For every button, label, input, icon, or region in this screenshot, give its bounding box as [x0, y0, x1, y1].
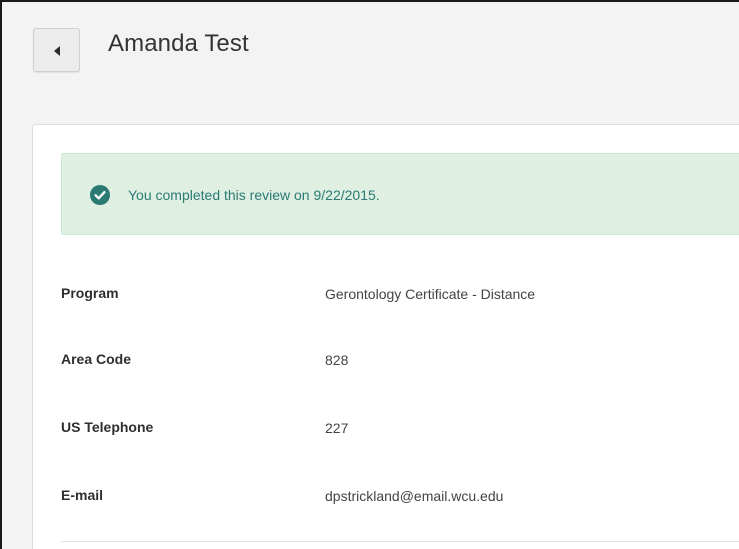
back-button[interactable] [33, 28, 80, 72]
field-value: dpstrickland@email.wcu.edu [325, 488, 504, 504]
field-row-email: E-mail dpstrickland@email.wcu.edu [61, 487, 739, 507]
field-label: E-mail [61, 487, 104, 503]
alert-message: You completed this review on 9/22/2015. [128, 187, 380, 203]
field-value: Gerontology Certificate - Distance [325, 286, 536, 302]
field-label: Program [61, 285, 119, 301]
field-label: Area Code [61, 351, 132, 367]
check-circle-icon [90, 185, 110, 205]
chevron-left-icon [53, 46, 60, 56]
field-label: US Telephone [61, 419, 154, 435]
field-value: 227 [325, 420, 349, 436]
page-header: Amanda Test [2, 2, 739, 102]
field-row-us-telephone: US Telephone 227 [61, 419, 739, 439]
divider [61, 541, 739, 542]
app-frame: Amanda Test You completed this review on… [0, 0, 739, 549]
field-row-program: Program Gerontology Certificate - Distan… [61, 285, 739, 305]
field-value: 828 [325, 352, 349, 368]
completion-alert: You completed this review on 9/22/2015. [61, 153, 739, 235]
field-row-area-code: Area Code 828 [61, 351, 739, 371]
review-card: You completed this review on 9/22/2015. … [32, 124, 739, 549]
page-title: Amanda Test [108, 30, 249, 57]
